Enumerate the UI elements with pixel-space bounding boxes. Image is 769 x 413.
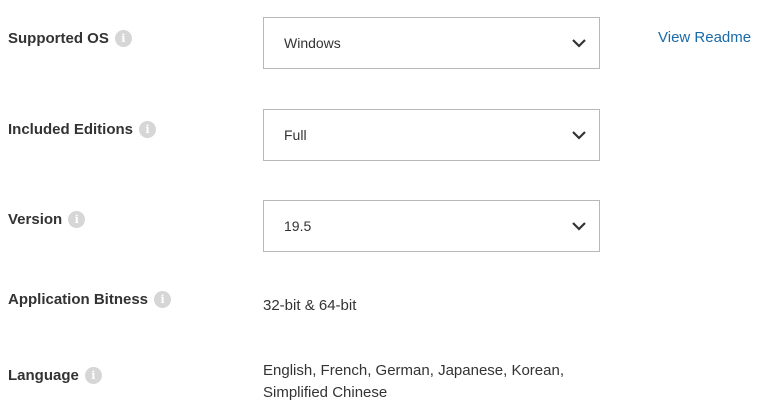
select-value: Windows [284,35,341,51]
supported-os-select[interactable]: Windows [263,17,600,69]
label-supported-os: Supported OS i [8,30,132,47]
chevron-down-icon [572,131,586,140]
language-value: English, French, German, Japanese, Korea… [263,360,564,404]
info-icon[interactable]: i [84,367,102,384]
label-language: Language i [8,367,102,384]
label-text: Language [8,367,79,384]
label-included-editions: Included Editions i [8,121,157,138]
info-icon[interactable]: i [139,121,157,138]
language-line-1: English, French, German, Japanese, Korea… [263,362,564,379]
application-bitness-value: 32-bit & 64-bit [263,297,357,314]
chevron-down-icon [572,39,586,48]
info-icon[interactable]: i [114,30,132,47]
label-application-bitness: Application Bitness i [8,291,172,308]
info-icon[interactable]: i [154,291,172,308]
label-text: Included Editions [8,121,134,138]
label-text: Application Bitness [8,291,149,308]
label-version: Version i [8,211,86,228]
label-text: Version [8,211,63,228]
chevron-down-icon [572,222,586,231]
select-value: Full [284,127,307,143]
select-value: 19.5 [284,218,312,234]
version-select[interactable]: 19.5 [263,200,600,252]
info-icon[interactable]: i [68,211,86,228]
label-text: Supported OS [8,30,109,47]
view-readme-link[interactable]: View Readme [658,29,751,46]
language-line-2: Simplified Chinese [263,384,388,401]
included-editions-select[interactable]: Full [263,109,600,161]
